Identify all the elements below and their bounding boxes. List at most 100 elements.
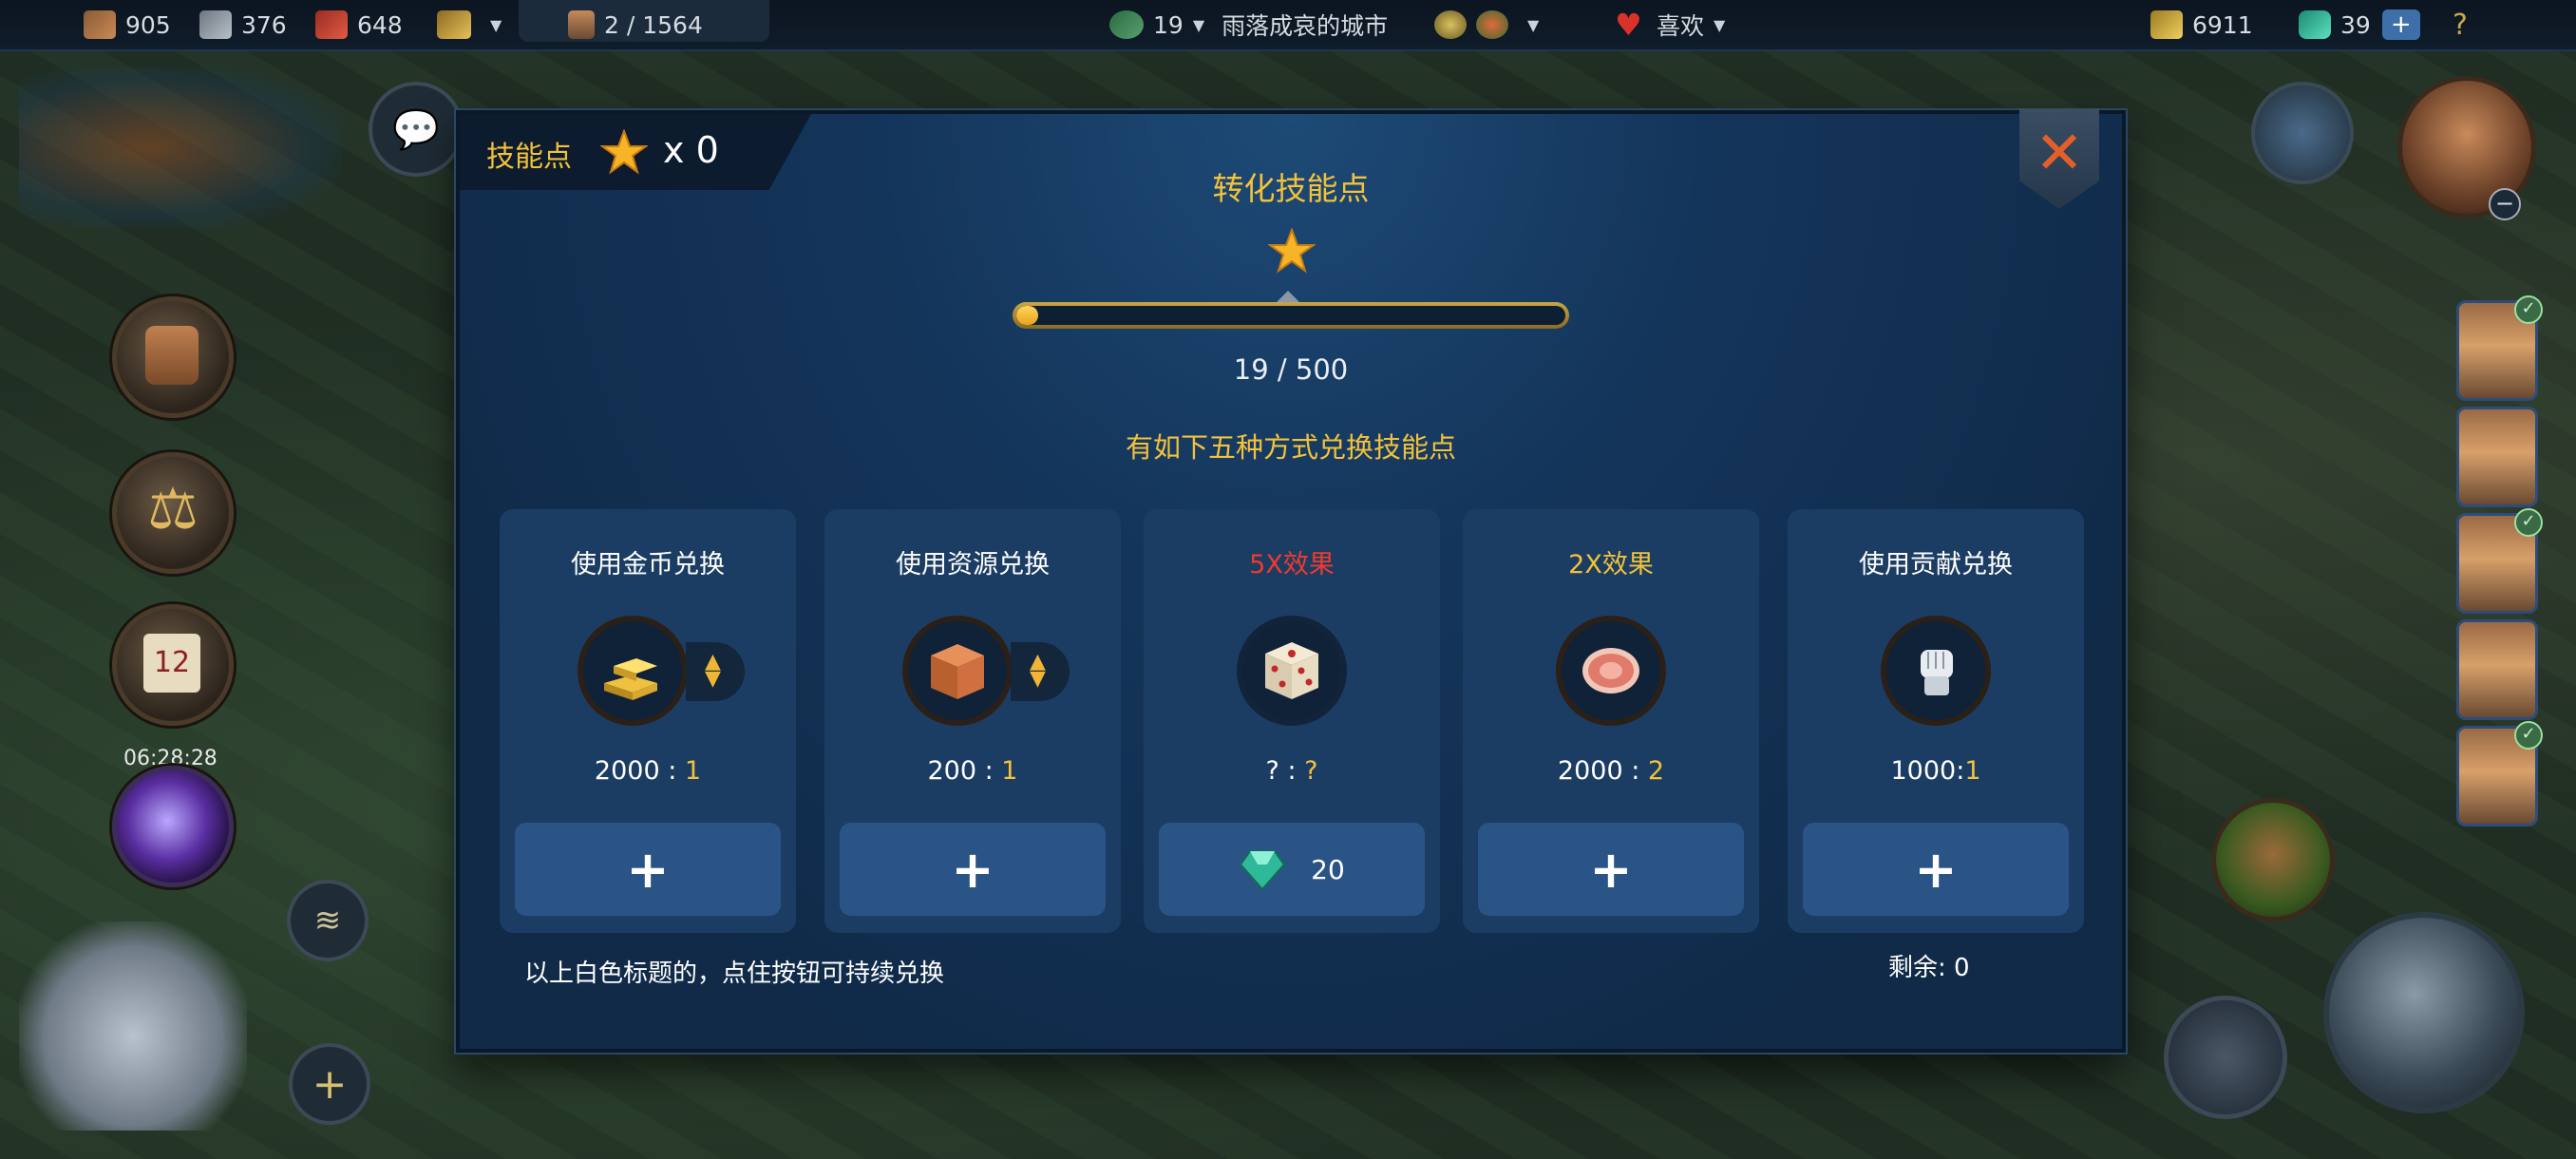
- gem-icon: [1239, 850, 1286, 891]
- collapse-icon[interactable]: −: [2489, 188, 2521, 220]
- meat-count: 648: [357, 10, 403, 39]
- resource-cube-icon: [902, 616, 1013, 726]
- exchange-ratio: 2000 : 2: [1557, 756, 1665, 786]
- dialog-subtitle: 有如下五种方式兑换技能点: [1125, 431, 1456, 464]
- storage-dropdown[interactable]: ▼: [437, 0, 502, 49]
- exchange-card-5x: 5X效果 ? : ? 20: [1144, 509, 1440, 933]
- shovel-button[interactable]: [2164, 996, 2287, 1119]
- layers-button[interactable]: ≋: [287, 880, 369, 961]
- sort-toggle-button[interactable]: ▲ ▼: [1011, 642, 1070, 701]
- gem-count: 39: [2340, 10, 2371, 39]
- wood-icon: [84, 10, 116, 39]
- build-button[interactable]: +: [289, 1043, 370, 1125]
- exchange-card-contribution: 使用贡献兑换 1000:1 +: [1788, 509, 2084, 933]
- gem-icon: [2299, 10, 2331, 39]
- bowl-icon: [1434, 10, 1467, 39]
- progress-text: 19 / 500: [1233, 353, 1349, 386]
- exchange-ratio: 2000 : 1: [594, 756, 702, 786]
- card-title: 使用贡献兑换: [1859, 550, 2013, 580]
- trade-button[interactable]: ⚖: [112, 452, 234, 574]
- chevron-down-icon: ▼: [1714, 15, 1726, 34]
- sort-arrows-icon: ▲ ▼: [705, 650, 721, 691]
- chat-button[interactable]: 💬: [369, 82, 464, 177]
- backpack-icon: [145, 326, 199, 385]
- exchange-2x-button[interactable]: +: [1478, 823, 1744, 916]
- remaining-count: 剩余: 0: [1888, 954, 1970, 982]
- hold-to-exchange-note: 以上白色标题的，点住按钮可持续兑换: [524, 960, 945, 988]
- kingdom-button[interactable]: [2251, 82, 2354, 184]
- card-title: 使用资源兑换: [896, 550, 1050, 580]
- exchange-contribution-button[interactable]: +: [1803, 823, 2069, 916]
- culture-selector[interactable]: ▼: [1434, 0, 1539, 49]
- population[interactable]: 2 / 1564: [568, 0, 703, 49]
- buy-gems-button[interactable]: +: [2381, 10, 2420, 40]
- sort-toggle-button[interactable]: ▲ ▼: [686, 642, 745, 701]
- progress-bar: [1013, 302, 1569, 329]
- citizen-icon: [568, 10, 595, 39]
- heart-icon: ♥: [1615, 7, 1642, 43]
- top-resource-bar: 905 376 648 ▼ 2 / 1564 19 ▼ 雨落成哀的城市 ▼ ♥ …: [0, 0, 2576, 51]
- gourd-button[interactable]: [2211, 798, 2335, 922]
- inventory-button[interactable]: [112, 296, 234, 418]
- help-icon: ?: [2453, 8, 2468, 42]
- card-title: 2X效果: [1568, 550, 1654, 580]
- city-selector[interactable]: 19 ▼ 雨落成哀的城市: [1109, 0, 1388, 49]
- dialog-title: 转化技能点: [1212, 170, 1370, 207]
- hero-card-4[interactable]: [2456, 619, 2538, 720]
- hero-card-2[interactable]: [2456, 407, 2538, 507]
- card-title: 5X效果: [1249, 550, 1335, 580]
- check-icon: ✓: [2514, 508, 2543, 537]
- wood-resource[interactable]: 905: [84, 0, 171, 49]
- scales-icon: ⚖: [147, 476, 199, 542]
- plus-icon: +: [312, 1059, 348, 1109]
- chevron-down-icon: ▼: [1527, 15, 1540, 34]
- fist-icon: [1881, 616, 1991, 726]
- population-count: 2 / 1564: [604, 10, 703, 39]
- exchange-card-resources: 使用资源兑换 ▲ ▼ 200 : 1 +: [824, 509, 1121, 933]
- favor-label: 喜欢: [1657, 12, 1705, 40]
- hero-card-5[interactable]: ✓: [2456, 721, 2543, 826]
- exchange-gold-button[interactable]: +: [515, 823, 781, 916]
- gold-resource[interactable]: 6911: [2150, 0, 2253, 49]
- exchange-card-2x: 2X效果 2000 : 2 +: [1463, 509, 1759, 933]
- stone-icon: [199, 10, 232, 39]
- gold-bars-icon: [437, 10, 471, 39]
- exchange-ratio: 1000:1: [1890, 756, 1981, 786]
- skill-point-dialog: 技能点 x 0 ✕ 转化技能点 19 / 500 有如下五种方式兑换技能点 使用…: [456, 108, 2126, 1053]
- city-level: 19: [1153, 10, 1184, 39]
- stone-count: 376: [241, 10, 287, 39]
- progress-fill: [1016, 306, 1039, 325]
- hero-card-3[interactable]: ✓: [2456, 508, 2543, 614]
- gem-cost: 20: [1311, 853, 1345, 885]
- minimap[interactable]: [19, 66, 342, 228]
- exchange-5x-button[interactable]: 20: [1159, 823, 1425, 916]
- flower-icon: [1476, 10, 1508, 39]
- star-icon: [1268, 228, 1316, 274]
- calendar-icon: 12: [143, 634, 200, 693]
- card-title: 使用金币兑换: [571, 550, 725, 580]
- layers-icon: ≋: [313, 902, 342, 940]
- calendar-button[interactable]: 12: [112, 604, 234, 726]
- chat-bubble-icon: 💬: [392, 107, 440, 152]
- hero-card-1[interactable]: ✓: [2456, 295, 2543, 401]
- portal-button[interactable]: [112, 766, 234, 887]
- exchange-ratio: 200 : 1: [927, 756, 1018, 786]
- exchange-ratio: ? : ?: [1265, 756, 1318, 786]
- help-button[interactable]: ?: [2453, 0, 2468, 49]
- city-name: 雨落成哀的城市: [1222, 12, 1389, 40]
- meat-icon: [315, 10, 348, 39]
- axe-button[interactable]: [2323, 912, 2525, 1113]
- exchange-card-gold: 使用金币兑换 ▲ ▼ 2000 : 1 +: [500, 509, 796, 933]
- gold-bars-icon: [578, 616, 688, 726]
- dice-icon: [1237, 616, 1347, 726]
- gem-resource[interactable]: 39 +: [2299, 0, 2420, 49]
- meat-icon: [1556, 616, 1666, 726]
- check-icon: ✓: [2514, 295, 2543, 324]
- map-scroll-button[interactable]: [19, 922, 247, 1130]
- stone-resource[interactable]: 376: [199, 0, 287, 49]
- check-icon: ✓: [2514, 721, 2543, 750]
- favor-selector[interactable]: ♥ 喜欢 ▼: [1615, 0, 1725, 49]
- laurel-icon: [1109, 10, 1144, 39]
- meat-resource[interactable]: 648: [315, 0, 403, 49]
- exchange-resources-button[interactable]: +: [840, 823, 1106, 916]
